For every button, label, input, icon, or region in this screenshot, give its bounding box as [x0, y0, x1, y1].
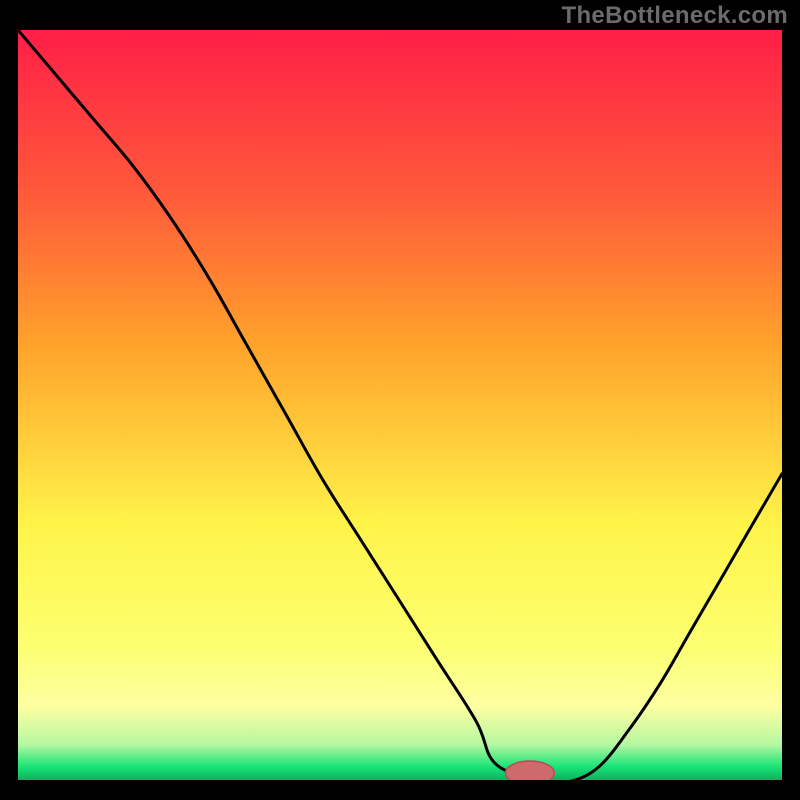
- chart-frame: TheBottleneck.com: [0, 0, 800, 800]
- watermark-text: TheBottleneck.com: [562, 2, 788, 30]
- chart-svg: [18, 30, 782, 782]
- optimal-marker: [506, 761, 555, 782]
- plot-area: [18, 30, 782, 782]
